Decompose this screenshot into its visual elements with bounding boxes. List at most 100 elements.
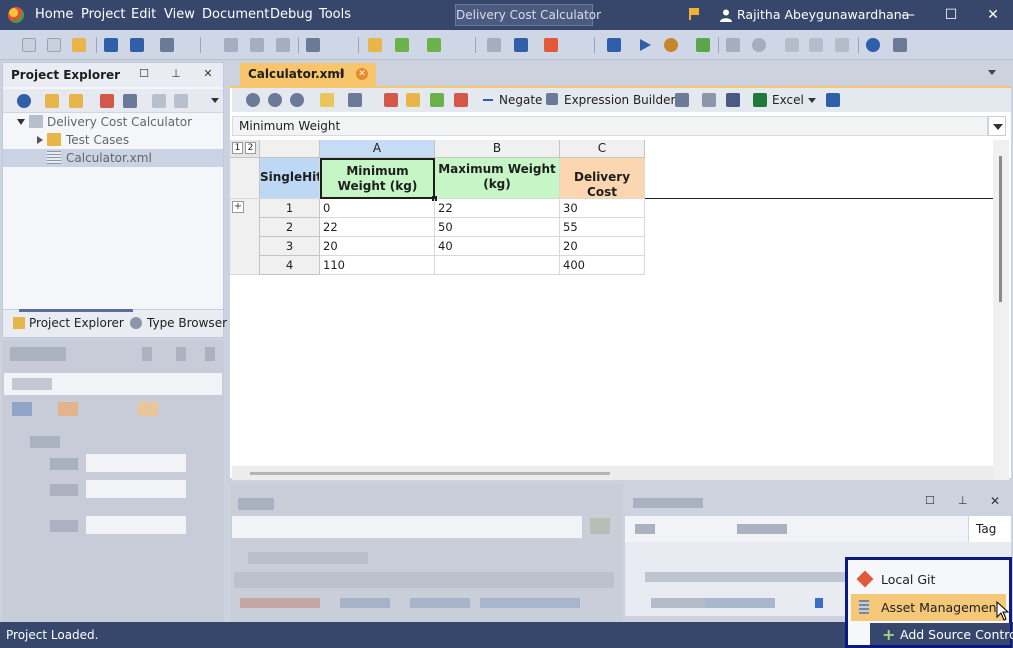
tab-project-explorer[interactable]: Project Explorer — [19, 309, 133, 330]
document-tab[interactable]: Calculator.xml ⊣ ✕ — [240, 63, 376, 86]
horizontal-scrollbar[interactable] — [232, 466, 993, 480]
document-list-icon[interactable] — [988, 70, 996, 75]
zoom-in-icon[interactable] — [246, 93, 260, 107]
refresh-icon[interactable] — [17, 94, 31, 108]
new-folder-icon[interactable] — [45, 94, 59, 108]
tab-close-icon[interactable]: ✕ — [356, 68, 368, 80]
add-document-icon[interactable] — [395, 38, 409, 52]
popup-item-asset-management[interactable]: Asset Management — [851, 594, 1006, 621]
fast-forward-icon[interactable] — [835, 38, 849, 52]
explorer-close-icon[interactable]: ✕ — [201, 67, 215, 81]
cell-c1[interactable]: 30 — [560, 199, 645, 218]
zoom-out-icon[interactable] — [268, 93, 282, 107]
formula-dropdown-button[interactable] — [988, 116, 1006, 136]
copy-item-icon[interactable] — [152, 94, 166, 108]
insert-row-icon[interactable] — [406, 93, 420, 107]
header-minimum-weight[interactable]: Minimum Weight (kg) — [320, 158, 435, 199]
header-delivery-cost[interactable]: Delivery Cost — [560, 158, 645, 199]
cell-a2[interactable]: 22 — [320, 218, 435, 237]
row-header-4[interactable]: 4 — [260, 256, 320, 275]
cell-a4[interactable]: 110 — [320, 256, 435, 275]
menu-tools[interactable]: Tools — [319, 7, 351, 22]
save-icon[interactable] — [104, 38, 118, 52]
menu-document[interactable]: Document — [202, 7, 269, 22]
stop-icon[interactable] — [726, 38, 740, 52]
cell-c2[interactable]: 55 — [560, 218, 645, 237]
image-icon[interactable] — [320, 93, 334, 107]
delete-row-icon[interactable] — [384, 93, 398, 107]
open-icon[interactable] — [47, 38, 61, 52]
menu-debug[interactable]: Debug — [270, 7, 313, 22]
zoom-fit-icon[interactable] — [290, 93, 304, 107]
cell-c4[interactable]: 400 — [560, 256, 645, 275]
menu-project[interactable]: Project — [81, 7, 125, 22]
column-header-c[interactable]: C — [560, 140, 645, 158]
formula-bar[interactable]: Minimum Weight — [232, 116, 988, 136]
add-column-icon[interactable] — [430, 93, 444, 107]
tag-column-header[interactable]: Tag — [968, 516, 1011, 542]
header-maximum-weight[interactable]: Maximum Weight (kg) — [435, 158, 560, 199]
maximize-button[interactable]: ☐ — [941, 5, 961, 25]
level-1-button[interactable]: 1 — [232, 142, 243, 154]
menu-view[interactable]: View — [164, 7, 195, 22]
tree-file-calculator[interactable]: Calculator.xml — [3, 149, 223, 167]
validate-icon[interactable] — [427, 38, 441, 52]
cancel-icon[interactable] — [752, 38, 766, 52]
app-logo-icon[interactable] — [8, 7, 24, 23]
new-project-icon[interactable] — [22, 38, 36, 52]
flag-icon[interactable] — [689, 8, 699, 20]
window-icon[interactable] — [607, 38, 621, 52]
rename-icon[interactable] — [123, 94, 137, 108]
tree-folder-test-cases[interactable]: Test Cases — [3, 131, 223, 149]
menu-home[interactable]: Home — [35, 7, 73, 22]
cell-a1[interactable]: 0 — [320, 199, 435, 218]
popup-item-local-git[interactable]: Local Git — [851, 566, 1006, 593]
panel-pin-icon[interactable]: ⊥ — [958, 494, 968, 507]
excel-dropdown-icon[interactable] — [808, 98, 816, 103]
tab-type-browser[interactable]: Type Browser — [147, 316, 227, 330]
new-document-icon[interactable] — [368, 38, 382, 52]
menu-edit[interactable]: Edit — [131, 7, 156, 22]
row-header-3[interactable]: 3 — [260, 237, 320, 256]
font-icon[interactable] — [726, 93, 740, 107]
explorer-pin-icon[interactable]: ⊥ — [169, 67, 183, 81]
overflow-icon[interactable] — [211, 98, 219, 103]
tab-pin-icon[interactable]: ⊣ — [335, 67, 345, 80]
cut-icon[interactable] — [224, 38, 238, 52]
paste-icon[interactable] — [276, 38, 290, 52]
edit-icon[interactable] — [348, 93, 362, 107]
paste-item-icon[interactable] — [174, 94, 188, 108]
column-header-b[interactable]: B — [435, 140, 560, 158]
explorer-maximize-icon[interactable]: ☐ — [137, 67, 151, 81]
test-icon[interactable] — [696, 38, 710, 52]
chart-icon[interactable] — [702, 93, 716, 107]
add-source-control-button[interactable]: + Add Source Control — [870, 623, 1013, 645]
add-item-icon[interactable] — [69, 94, 83, 108]
level-2-button[interactable]: 2 — [245, 142, 256, 154]
cell-b4[interactable] — [435, 256, 560, 275]
cell-c3[interactable]: 20 — [560, 237, 645, 256]
delete-column-icon[interactable] — [454, 93, 468, 107]
settings-icon[interactable] — [487, 38, 501, 52]
cell-b2[interactable]: 50 — [435, 218, 560, 237]
debug-icon[interactable] — [664, 38, 678, 52]
open-folder-icon[interactable] — [72, 38, 86, 52]
cell-b1[interactable]: 22 — [435, 199, 560, 218]
package-icon[interactable] — [544, 38, 558, 52]
copy-icon[interactable] — [250, 38, 264, 52]
hit-policy-cell[interactable]: SingleHit — [260, 158, 320, 199]
spellcheck-icon[interactable] — [306, 38, 320, 52]
deploy-icon[interactable] — [514, 38, 528, 52]
publish-icon[interactable] — [160, 38, 174, 52]
expression-builder-button[interactable]: Expression Builder — [564, 93, 675, 107]
sort-icon[interactable] — [826, 93, 840, 107]
vertical-scrollbar[interactable] — [993, 140, 1009, 480]
cell-a3[interactable]: 20 — [320, 237, 435, 256]
column-header-a[interactable]: A — [320, 140, 435, 158]
cell-b3[interactable]: 40 — [435, 237, 560, 256]
row-header-2[interactable]: 2 — [260, 218, 320, 237]
excel-button[interactable]: Excel — [772, 93, 804, 107]
export-icon[interactable] — [893, 38, 907, 52]
user-name[interactable]: Rajitha Abeygunawardhana — [737, 7, 909, 22]
panel-maximize-icon[interactable]: ☐ — [925, 494, 935, 507]
